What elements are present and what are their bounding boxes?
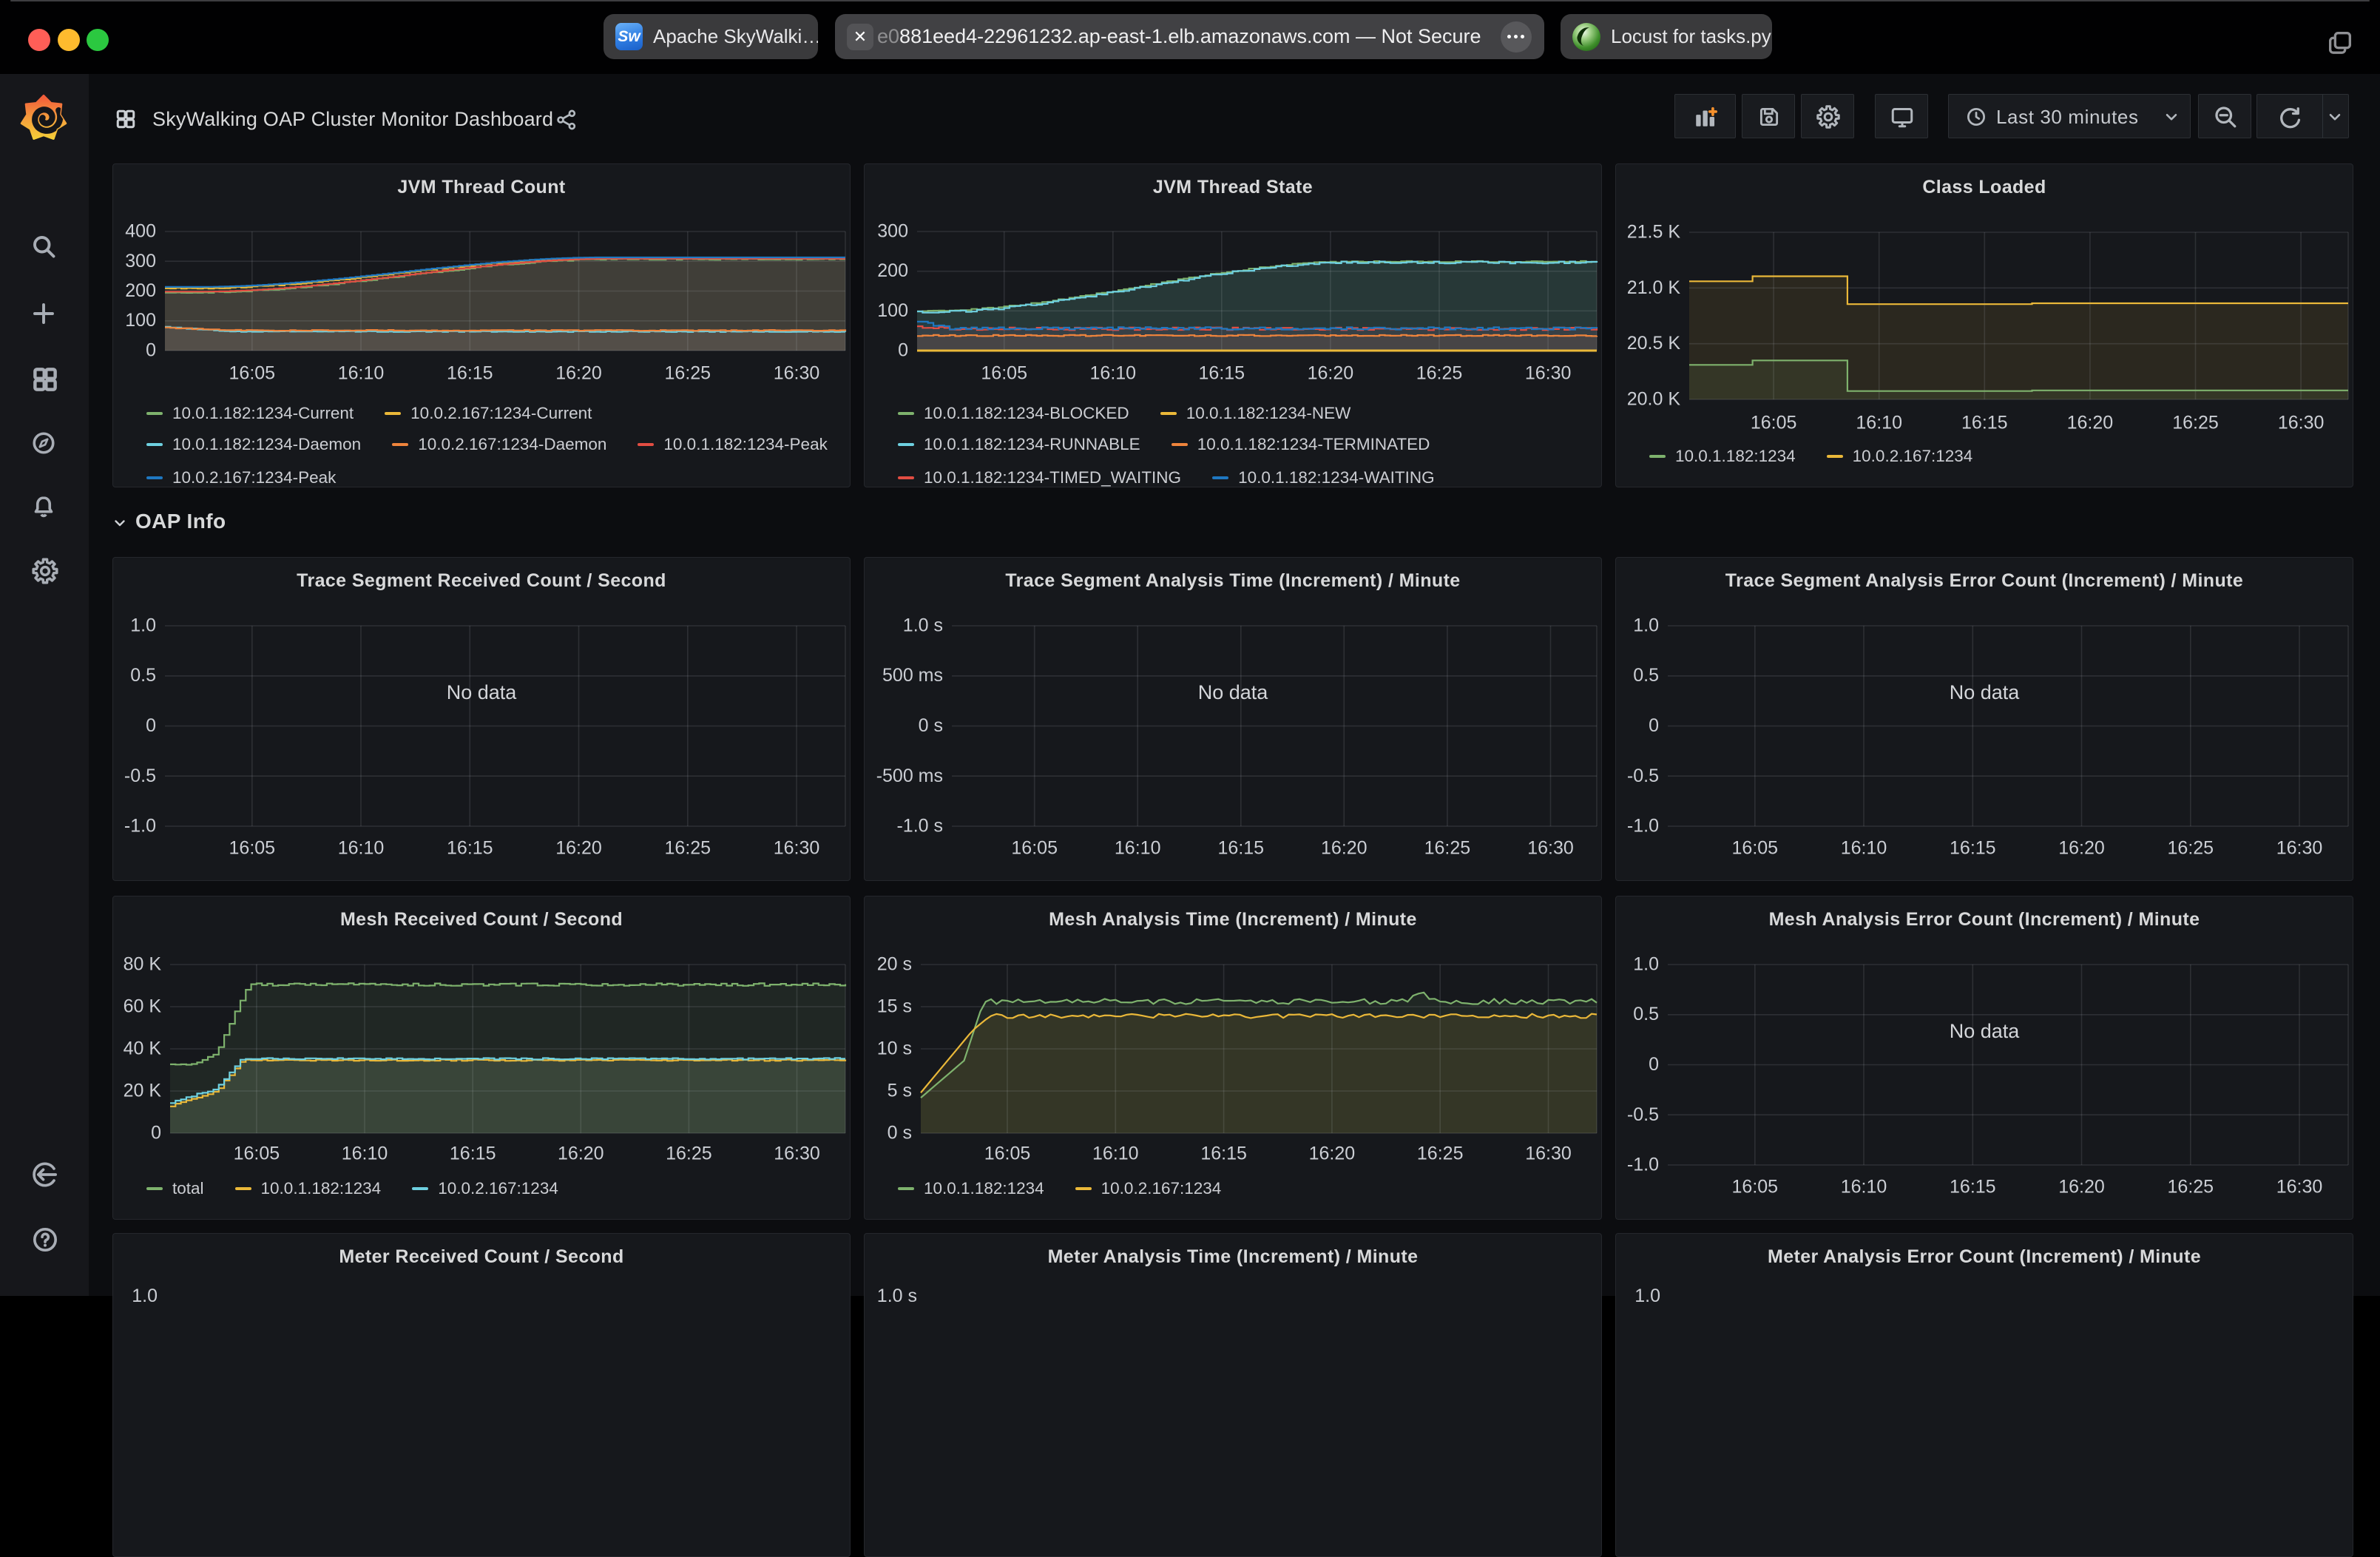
- svg-text:16:25: 16:25: [665, 363, 711, 384]
- svg-text:1.0: 1.0: [1634, 1286, 1660, 1306]
- svg-text:16:30: 16:30: [2278, 413, 2325, 433]
- svg-text:16:15: 16:15: [1961, 413, 2008, 433]
- svg-text:16:25: 16:25: [1416, 363, 1463, 384]
- svg-text:60 K: 60 K: [124, 996, 162, 1017]
- svg-text:16:15: 16:15: [450, 1144, 496, 1164]
- svg-text:0: 0: [898, 340, 908, 361]
- svg-text:16:15: 16:15: [1950, 1177, 1996, 1198]
- svg-text:16:20: 16:20: [1321, 838, 1368, 859]
- svg-text:16:15: 16:15: [1950, 838, 1996, 859]
- svg-text:16:30: 16:30: [774, 1144, 820, 1164]
- svg-text:-1.0: -1.0: [124, 816, 156, 837]
- svg-text:16:10: 16:10: [338, 363, 385, 384]
- svg-text:16:15: 16:15: [447, 363, 493, 384]
- svg-text:0: 0: [1649, 1054, 1659, 1075]
- svg-text:16:30: 16:30: [1525, 1144, 1572, 1164]
- svg-text:20.0 K: 20.0 K: [1627, 389, 1681, 410]
- svg-text:16:25: 16:25: [666, 1144, 712, 1164]
- svg-text:16:30: 16:30: [2276, 1177, 2323, 1198]
- svg-text:16:05: 16:05: [234, 1144, 280, 1164]
- svg-text:16:10: 16:10: [1841, 838, 1887, 859]
- svg-text:16:25: 16:25: [1417, 1144, 1464, 1164]
- svg-text:16:05: 16:05: [1751, 413, 1797, 433]
- svg-text:300: 300: [877, 221, 908, 242]
- svg-text:0: 0: [1649, 715, 1659, 736]
- svg-text:100: 100: [125, 310, 156, 331]
- svg-text:16:30: 16:30: [774, 363, 820, 384]
- svg-text:16:15: 16:15: [1218, 838, 1265, 859]
- svg-text:200: 200: [877, 260, 908, 281]
- svg-text:16:30: 16:30: [2276, 838, 2323, 859]
- svg-text:-0.5: -0.5: [1627, 766, 1659, 786]
- svg-text:21.0 K: 21.0 K: [1627, 277, 1681, 298]
- svg-text:16:05: 16:05: [1732, 838, 1779, 859]
- svg-text:-1.0 s: -1.0 s: [896, 816, 943, 837]
- svg-text:-1.0: -1.0: [1627, 816, 1659, 837]
- svg-text:16:10: 16:10: [1090, 363, 1137, 384]
- svg-text:10 s: 10 s: [877, 1038, 912, 1059]
- svg-text:16:20: 16:20: [1308, 363, 1354, 384]
- svg-text:16:20: 16:20: [2058, 838, 2105, 859]
- svg-text:20.5 K: 20.5 K: [1627, 333, 1681, 354]
- svg-text:-0.5: -0.5: [1627, 1104, 1659, 1125]
- svg-text:1.0: 1.0: [1633, 954, 1659, 975]
- svg-text:16:05: 16:05: [981, 363, 1027, 384]
- svg-text:1.0: 1.0: [132, 1286, 158, 1306]
- svg-text:16:15: 16:15: [1200, 1144, 1247, 1164]
- svg-text:0: 0: [146, 715, 156, 736]
- svg-text:16:30: 16:30: [1527, 838, 1574, 859]
- svg-text:16:10: 16:10: [1115, 838, 1161, 859]
- svg-text:16:10: 16:10: [1092, 1144, 1139, 1164]
- svg-text:20 s: 20 s: [877, 954, 912, 975]
- svg-text:16:15: 16:15: [1199, 363, 1245, 384]
- svg-text:0: 0: [146, 340, 156, 361]
- svg-text:100: 100: [877, 300, 908, 321]
- svg-text:1.0 s: 1.0 s: [877, 1286, 917, 1306]
- svg-text:16:10: 16:10: [1841, 1177, 1887, 1198]
- svg-text:-1.0: -1.0: [1627, 1155, 1659, 1175]
- svg-text:16:25: 16:25: [2168, 838, 2214, 859]
- svg-text:16:25: 16:25: [2168, 1177, 2214, 1198]
- svg-text:16:20: 16:20: [558, 1144, 604, 1164]
- svg-text:5 s: 5 s: [888, 1081, 912, 1101]
- svg-text:0: 0: [151, 1123, 161, 1144]
- svg-text:20 K: 20 K: [124, 1081, 162, 1101]
- svg-text:1.0: 1.0: [130, 615, 156, 636]
- svg-text:16:25: 16:25: [2172, 413, 2219, 433]
- svg-text:300: 300: [125, 251, 156, 271]
- svg-text:16:25: 16:25: [665, 838, 711, 859]
- svg-text:16:10: 16:10: [338, 838, 385, 859]
- svg-text:16:20: 16:20: [555, 363, 602, 384]
- svg-text:16:05: 16:05: [229, 363, 276, 384]
- svg-text:0 s: 0 s: [888, 1123, 912, 1144]
- svg-text:16:10: 16:10: [342, 1144, 388, 1164]
- svg-text:16:05: 16:05: [229, 838, 276, 859]
- svg-text:16:25: 16:25: [1424, 838, 1471, 859]
- svg-text:200: 200: [125, 280, 156, 301]
- svg-text:16:05: 16:05: [1011, 838, 1058, 859]
- svg-text:-0.5: -0.5: [124, 766, 156, 786]
- svg-text:40 K: 40 K: [124, 1038, 162, 1059]
- svg-text:400: 400: [125, 221, 156, 242]
- svg-text:15 s: 15 s: [877, 996, 912, 1017]
- svg-text:16:20: 16:20: [555, 838, 602, 859]
- svg-text:16:05: 16:05: [984, 1144, 1031, 1164]
- svg-text:16:05: 16:05: [1732, 1177, 1779, 1198]
- svg-text:16:30: 16:30: [1525, 363, 1572, 384]
- svg-text:16:20: 16:20: [2067, 413, 2114, 433]
- svg-text:80 K: 80 K: [124, 954, 162, 975]
- svg-text:16:20: 16:20: [1309, 1144, 1356, 1164]
- svg-text:16:20: 16:20: [2058, 1177, 2105, 1198]
- svg-text:16:15: 16:15: [447, 838, 493, 859]
- svg-text:0 s: 0 s: [919, 715, 943, 736]
- svg-text:21.5 K: 21.5 K: [1627, 222, 1681, 243]
- svg-text:1.0: 1.0: [1633, 615, 1659, 636]
- svg-text:-500 ms: -500 ms: [876, 766, 943, 786]
- svg-text:16:30: 16:30: [774, 838, 820, 859]
- svg-text:16:10: 16:10: [1856, 413, 1902, 433]
- svg-text:1.0 s: 1.0 s: [903, 615, 943, 636]
